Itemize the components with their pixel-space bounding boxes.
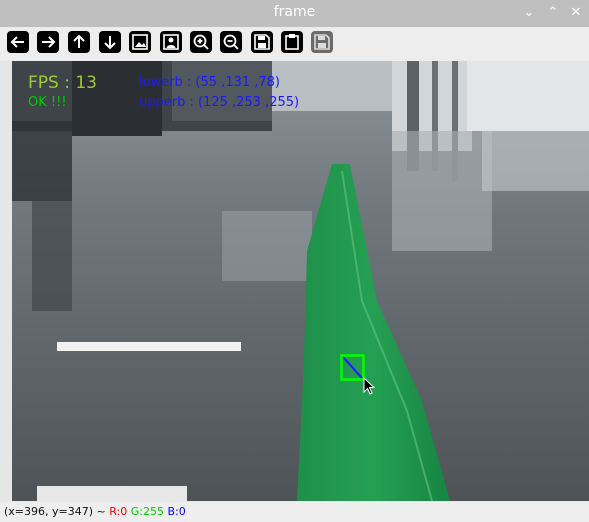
cursor-coords: (x=396, y=347) ~ xyxy=(4,505,110,518)
zoom-to-window-button[interactable] xyxy=(129,31,151,53)
zoom-to-image-button[interactable] xyxy=(160,31,182,53)
arrow-up-icon xyxy=(73,34,85,48)
forward-button[interactable] xyxy=(37,31,59,53)
zoom-out-icon xyxy=(223,34,239,50)
pixel-g-value: G:255 xyxy=(130,505,164,518)
status-bar: (x=396, y=347) ~ R:0 G:255 B:0 xyxy=(0,502,589,522)
title-bar: frame ⌄ ⌃ ✕ xyxy=(0,0,589,27)
zoom-in-icon xyxy=(193,34,209,50)
image-person-icon xyxy=(163,34,179,50)
pixel-r-value: R:0 xyxy=(109,505,128,518)
properties-icon xyxy=(314,34,330,50)
save-button[interactable] xyxy=(251,31,273,53)
image-icon xyxy=(132,34,148,50)
zoom-out-button[interactable] xyxy=(220,31,242,53)
properties-button[interactable] xyxy=(311,31,333,53)
copy-button[interactable] xyxy=(281,31,303,53)
maximize-icon[interactable]: ⌃ xyxy=(543,3,563,23)
pixel-b-value: B:0 xyxy=(167,505,186,518)
camera-frame[interactable]: FPS : 13 OK !!! lowerb : (55 ,131 ,78) u… xyxy=(12,61,589,501)
marker-diagonal xyxy=(342,356,363,379)
arrow-down-icon xyxy=(104,36,116,50)
pan-down-button[interactable] xyxy=(99,31,121,53)
back-button[interactable] xyxy=(7,31,29,53)
zoom-in-button[interactable] xyxy=(190,31,212,53)
window-title: frame xyxy=(273,4,316,20)
status-ok-label: OK !!! xyxy=(28,95,67,110)
mouse-cursor-icon xyxy=(363,377,376,395)
arrow-right-icon xyxy=(42,36,56,48)
clipboard-icon xyxy=(285,34,299,50)
fps-label: FPS : 13 xyxy=(28,73,97,93)
camera-image xyxy=(12,61,589,501)
pan-up-button[interactable] xyxy=(68,31,90,53)
toolbar xyxy=(0,27,589,61)
upperb-label: upperb : (125 ,253 ,255) xyxy=(139,95,300,110)
save-icon xyxy=(254,34,270,50)
arrow-left-icon xyxy=(10,36,24,48)
minimize-icon[interactable]: ⌄ xyxy=(519,3,539,23)
close-icon[interactable]: ✕ xyxy=(566,3,586,23)
lowerb-label: lowerb : (55 ,131 ,78) xyxy=(139,75,281,90)
